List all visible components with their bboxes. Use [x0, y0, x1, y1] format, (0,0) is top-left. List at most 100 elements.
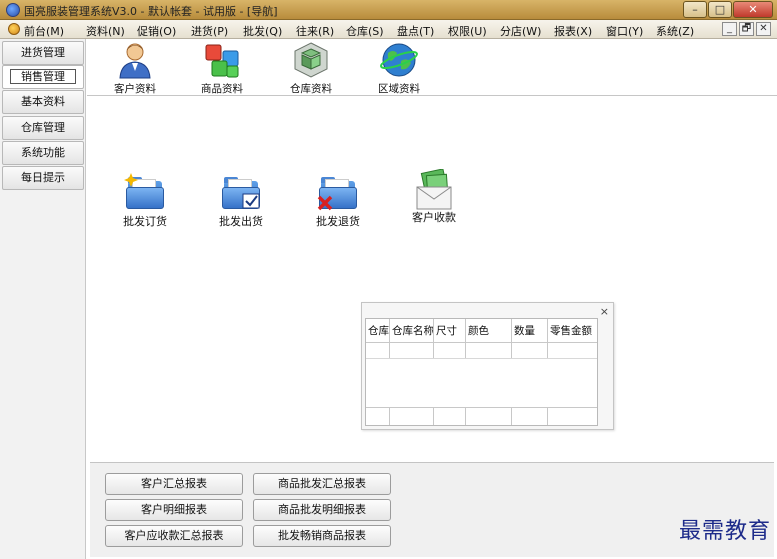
footer-cell [548, 408, 597, 425]
module-toolbar: 客户资料 商品资料 仓库资料 区域资料 [87, 39, 777, 96]
action-label: 批发退货 [316, 215, 360, 228]
menu-frontdesk[interactable]: 前台(M) [24, 23, 64, 39]
menu-warehouse[interactable]: 仓库(S) [346, 23, 384, 39]
column-header-warehouse-name[interactable]: 仓库名称 [390, 319, 434, 342]
folder-order-icon [124, 173, 166, 211]
footer-cell [434, 408, 466, 425]
warehouse-data-button[interactable]: 仓库资料 [276, 41, 346, 95]
mdi-controls: _ 🗗 ✕ [722, 22, 771, 36]
product-cubes-icon [202, 41, 242, 79]
grid-cell[interactable] [390, 343, 434, 358]
sidebar-tab-label: 进货管理 [21, 46, 65, 59]
product-data-button[interactable]: 商品资料 [187, 41, 257, 95]
column-header-quantity[interactable]: 数量 [512, 319, 548, 342]
region-data-button[interactable]: 区域资料 [364, 41, 434, 95]
stock-popup-panel: × 仓库 仓库名称 尺寸 颜色 数量 零售金额 [361, 302, 614, 430]
sidebar-tab-sales[interactable]: 销售管理 [2, 65, 84, 89]
menu-wholesale[interactable]: 批发(Q) [243, 23, 282, 39]
menu-purchase[interactable]: 进货(P) [191, 23, 228, 39]
customer-data-button[interactable]: 客户资料 [100, 41, 170, 95]
footer-cell [366, 408, 390, 425]
product-wholesale-detail-button[interactable]: 商品批发明细报表 [253, 499, 391, 521]
footer-cell [466, 408, 512, 425]
sidebar-tab-label: 仓库管理 [21, 121, 65, 134]
stock-grid: 仓库 仓库名称 尺寸 颜色 数量 零售金额 [365, 318, 598, 426]
customer-summary-report-button[interactable]: 客户汇总报表 [105, 473, 243, 495]
wholesale-shipment-button[interactable]: 批发出货 [203, 173, 279, 229]
customer-person-icon [115, 41, 155, 79]
sidebar-tab-label: 系统功能 [21, 146, 65, 159]
footer-cell [512, 408, 548, 425]
grid-footer-row [366, 407, 597, 425]
window-title: 国亮服装管理系统V3.0 - 默认帐套 - 试用版 - [导航] [24, 5, 278, 18]
envelope-money-icon [413, 168, 455, 210]
left-sidebar: 进货管理 销售管理 基本资料 仓库管理 系统功能 每日提示 [0, 39, 86, 559]
folder-check-icon [220, 173, 262, 211]
action-label: 批发订货 [123, 215, 167, 228]
globe-icon [379, 41, 419, 79]
sidebar-tab-warehouse[interactable]: 仓库管理 [2, 116, 84, 140]
mdi-restore-button[interactable]: 🗗 [739, 22, 754, 36]
grid-cell[interactable] [466, 343, 512, 358]
column-header-color[interactable]: 颜色 [466, 319, 512, 342]
mdi-close-button[interactable]: ✕ [756, 22, 771, 36]
mdi-minimize-button[interactable]: _ [722, 22, 737, 36]
grid-cell[interactable] [434, 343, 466, 358]
wholesale-bestseller-report-button[interactable]: 批发畅销商品报表 [253, 525, 391, 547]
close-button[interactable]: ✕ [733, 1, 773, 18]
red-x-icon [317, 195, 333, 211]
grid-cell[interactable] [366, 343, 390, 358]
menu-promotion[interactable]: 促销(O) [137, 23, 176, 39]
sidebar-tab-label: 销售管理 [10, 69, 76, 84]
folder-front-shape [126, 187, 164, 209]
menu-branch[interactable]: 分店(W) [500, 23, 541, 39]
customer-receivable-summary-button[interactable]: 客户应收款汇总报表 [105, 525, 243, 547]
column-header-size[interactable]: 尺寸 [434, 319, 466, 342]
sparkle-icon [124, 173, 138, 187]
report-button-area: 客户汇总报表 客户明细报表 客户应收款汇总报表 商品批发汇总报表 商品批发明细报… [90, 462, 774, 557]
warehouse-boxes-icon [291, 41, 331, 79]
title-bar: 国亮服装管理系统V3.0 - 默认帐套 - 试用版 - [导航] – □ ✕ [0, 0, 777, 20]
maximize-button[interactable]: □ [708, 1, 732, 18]
sidebar-tab-label: 每日提示 [21, 171, 65, 184]
menu-window[interactable]: 窗口(Y) [606, 23, 643, 39]
action-label: 客户收款 [412, 211, 456, 224]
window-controls: – □ ✕ [683, 1, 773, 18]
toolbar-label: 仓库资料 [290, 83, 332, 95]
footer-cell [390, 408, 434, 425]
wholesale-return-button[interactable]: 批发退货 [300, 173, 376, 229]
app-icon [6, 3, 20, 17]
sidebar-tab-system[interactable]: 系统功能 [2, 141, 84, 165]
grid-cell[interactable] [548, 343, 597, 358]
folder-return-icon [317, 173, 359, 211]
menu-permission[interactable]: 权限(U) [448, 23, 487, 39]
wholesale-order-button[interactable]: 批发订货 [107, 173, 183, 229]
grid-cell[interactable] [512, 343, 548, 358]
checkmark-icon [242, 193, 260, 209]
menu-accounts[interactable]: 往来(R) [296, 23, 334, 39]
product-wholesale-summary-button[interactable]: 商品批发汇总报表 [253, 473, 391, 495]
sidebar-tab-label: 基本资料 [21, 95, 65, 108]
grid-header-row: 仓库 仓库名称 尺寸 颜色 数量 零售金额 [366, 319, 597, 343]
watermark-text: 最需教育 [678, 519, 771, 544]
menu-data[interactable]: 资料(N) [86, 23, 125, 39]
table-row[interactable] [366, 343, 597, 359]
menu-bar: 前台(M) 资料(N) 促销(O) 进货(P) 批发(Q) 往来(R) 仓库(S… [0, 20, 777, 39]
column-header-retail-amount[interactable]: 零售金额 [548, 319, 597, 342]
toolbar-label: 商品资料 [201, 83, 243, 95]
menu-stocktake[interactable]: 盘点(T) [397, 23, 434, 39]
panel-close-icon[interactable]: × [600, 305, 609, 318]
menu-logo-icon[interactable] [8, 23, 20, 35]
sidebar-tab-purchase[interactable]: 进货管理 [2, 41, 84, 65]
sidebar-tab-daily-tips[interactable]: 每日提示 [2, 166, 84, 190]
sidebar-tab-basic-data[interactable]: 基本资料 [2, 90, 84, 114]
column-header-warehouse[interactable]: 仓库 [366, 319, 390, 342]
customer-payment-button[interactable]: 客户收款 [396, 168, 472, 225]
minimize-button[interactable]: – [683, 1, 707, 18]
action-label: 批发出货 [219, 215, 263, 228]
toolbar-label: 客户资料 [114, 83, 156, 95]
menu-report[interactable]: 报表(X) [554, 23, 592, 39]
customer-detail-report-button[interactable]: 客户明细报表 [105, 499, 243, 521]
menu-system[interactable]: 系统(Z) [656, 23, 694, 39]
toolbar-label: 区域资料 [378, 83, 420, 95]
